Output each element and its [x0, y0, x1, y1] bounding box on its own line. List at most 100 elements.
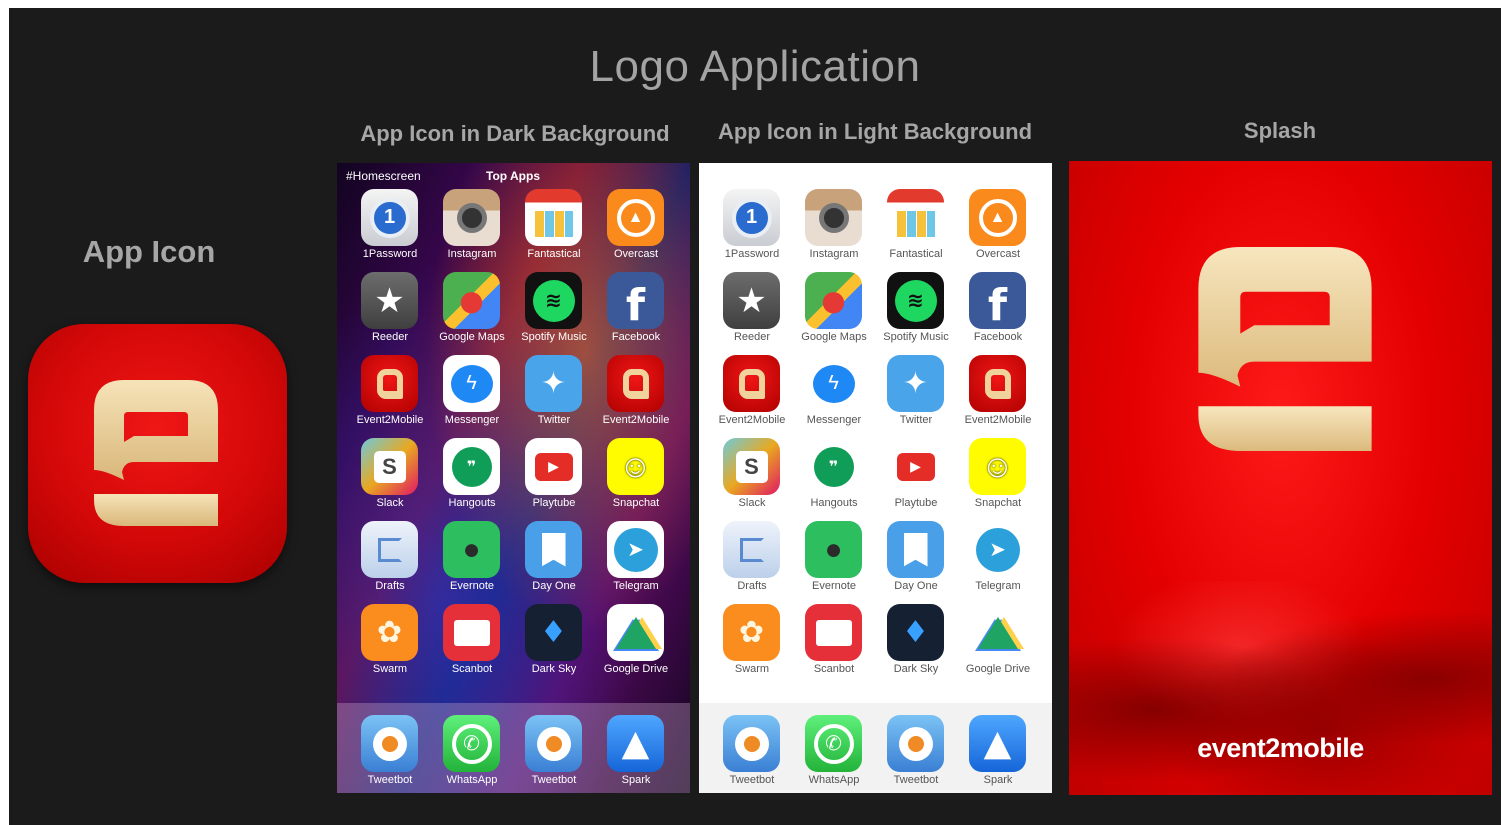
app-tile[interactable]: Event2Mobile: [349, 355, 431, 437]
app-tile[interactable]: Day One: [513, 521, 595, 603]
app-tile[interactable]: ▲ Overcast: [595, 189, 677, 271]
hangouts-icon[interactable]: ❞: [443, 438, 500, 495]
app-tile[interactable]: Event2Mobile: [711, 355, 793, 437]
app-tile[interactable]: Event2Mobile: [595, 355, 677, 437]
app-tile[interactable]: ▶ Playtube: [513, 438, 595, 520]
app-tile[interactable]: S Slack: [349, 438, 431, 520]
overcast-icon[interactable]: ▲: [969, 189, 1026, 246]
app-tile[interactable]: ≋ Spotify Music: [513, 272, 595, 354]
reeder-icon[interactable]: ★: [723, 272, 780, 329]
spark-icon[interactable]: ▲: [607, 715, 664, 772]
app-tile[interactable]: ϟ Messenger: [793, 355, 875, 437]
app-tile[interactable]: Tweetbot: [875, 715, 957, 793]
app-tile[interactable]: Google Drive: [957, 604, 1039, 686]
app-tile[interactable]: ✿ Swarm: [711, 604, 793, 686]
app-tile[interactable]: ✿ Swarm: [349, 604, 431, 686]
overcast-icon[interactable]: ▲: [607, 189, 664, 246]
app-tile[interactable]: ✆ WhatsApp: [431, 715, 513, 793]
playtube-icon[interactable]: ▶: [887, 438, 944, 495]
scanbot-icon[interactable]: [443, 604, 500, 661]
playtube-icon[interactable]: ▶: [525, 438, 582, 495]
snapchat-icon[interactable]: ☺: [969, 438, 1026, 495]
whatsapp-icon[interactable]: ✆: [443, 715, 500, 772]
spotify-icon[interactable]: ≋: [525, 272, 582, 329]
app-tile[interactable]: S Slack: [711, 438, 793, 520]
app-tile[interactable]: ♦ Dark Sky: [875, 604, 957, 686]
slack-icon[interactable]: S: [361, 438, 418, 495]
google-drive-icon[interactable]: [969, 604, 1026, 661]
swarm-icon[interactable]: ✿: [361, 604, 418, 661]
app-tile[interactable]: Fantastical: [513, 189, 595, 271]
app-tile[interactable]: ★ Reeder: [349, 272, 431, 354]
instagram-icon[interactable]: [805, 189, 862, 246]
app-tile[interactable]: ▲ Spark: [595, 715, 677, 793]
app-tile[interactable]: ☺ Snapchat: [957, 438, 1039, 520]
fantastical-icon[interactable]: [887, 189, 944, 246]
app-tile[interactable]: 1 1Password: [711, 189, 793, 271]
app-tile[interactable]: 1 1Password: [349, 189, 431, 271]
slack-icon[interactable]: S: [723, 438, 780, 495]
app-tile[interactable]: ▲ Spark: [957, 715, 1039, 793]
messenger-icon[interactable]: ϟ: [443, 355, 500, 412]
app-tile[interactable]: ▲ Overcast: [957, 189, 1039, 271]
app-tile[interactable]: ❞ Hangouts: [431, 438, 513, 520]
app-tile[interactable]: ➤ Telegram: [957, 521, 1039, 603]
event2mobile-icon[interactable]: [607, 355, 664, 412]
app-tile[interactable]: ☺ Snapchat: [595, 438, 677, 520]
messenger-icon[interactable]: ϟ: [805, 355, 862, 412]
app-tile[interactable]: Tweetbot: [513, 715, 595, 793]
app-tile[interactable]: ❞ Hangouts: [793, 438, 875, 520]
app-tile[interactable]: f Facebook: [957, 272, 1039, 354]
app-tile[interactable]: Fantastical: [875, 189, 957, 271]
facebook-icon[interactable]: f: [969, 272, 1026, 329]
scanbot-icon[interactable]: [805, 604, 862, 661]
facebook-icon[interactable]: f: [607, 272, 664, 329]
google-maps-icon[interactable]: ●: [443, 272, 500, 329]
app-tile[interactable]: ★ Reeder: [711, 272, 793, 354]
dark-sky-icon[interactable]: ♦: [525, 604, 582, 661]
day-one-icon[interactable]: [525, 521, 582, 578]
app-tile[interactable]: Tweetbot: [349, 715, 431, 793]
event2mobile-icon[interactable]: [723, 355, 780, 412]
tweetbot-icon[interactable]: [361, 715, 418, 772]
app-tile[interactable]: ● Google Maps: [793, 272, 875, 354]
drafts-icon[interactable]: [361, 521, 418, 578]
evernote-icon[interactable]: ●: [443, 521, 500, 578]
twitter-icon[interactable]: ✦: [525, 355, 582, 412]
app-tile[interactable]: f Facebook: [595, 272, 677, 354]
app-tile[interactable]: Drafts: [711, 521, 793, 603]
app-tile[interactable]: Google Drive: [595, 604, 677, 686]
event2mobile-icon[interactable]: [969, 355, 1026, 412]
evernote-icon[interactable]: ●: [805, 521, 862, 578]
app-tile[interactable]: Tweetbot: [711, 715, 793, 793]
app-tile[interactable]: ✦ Twitter: [513, 355, 595, 437]
app-tile[interactable]: ✦ Twitter: [875, 355, 957, 437]
dark-sky-icon[interactable]: ♦: [887, 604, 944, 661]
app-tile[interactable]: Drafts: [349, 521, 431, 603]
spotify-icon[interactable]: ≋: [887, 272, 944, 329]
app-tile[interactable]: ● Google Maps: [431, 272, 513, 354]
twitter-icon[interactable]: ✦: [887, 355, 944, 412]
snapchat-icon[interactable]: ☺: [607, 438, 664, 495]
app-tile[interactable]: Day One: [875, 521, 957, 603]
app-tile[interactable]: ▶ Playtube: [875, 438, 957, 520]
whatsapp-icon[interactable]: ✆: [805, 715, 862, 772]
app-tile[interactable]: ϟ Messenger: [431, 355, 513, 437]
app-tile[interactable]: ♦ Dark Sky: [513, 604, 595, 686]
google-maps-icon[interactable]: ●: [805, 272, 862, 329]
spark-icon[interactable]: ▲: [969, 715, 1026, 772]
swarm-icon[interactable]: ✿: [723, 604, 780, 661]
app-tile[interactable]: Scanbot: [793, 604, 875, 686]
1password-icon[interactable]: 1: [723, 189, 780, 246]
day-one-icon[interactable]: [887, 521, 944, 578]
app-tile[interactable]: ✆ WhatsApp: [793, 715, 875, 793]
tweetbot-icon[interactable]: [525, 715, 582, 772]
app-tile[interactable]: ➤ Telegram: [595, 521, 677, 603]
event2mobile-icon[interactable]: [361, 355, 418, 412]
app-tile[interactable]: Event2Mobile: [957, 355, 1039, 437]
app-tile[interactable]: ≋ Spotify Music: [875, 272, 957, 354]
app-tile[interactable]: ● Evernote: [431, 521, 513, 603]
google-drive-icon[interactable]: [607, 604, 664, 661]
tweetbot-icon[interactable]: [887, 715, 944, 772]
telegram-icon[interactable]: ➤: [969, 521, 1026, 578]
